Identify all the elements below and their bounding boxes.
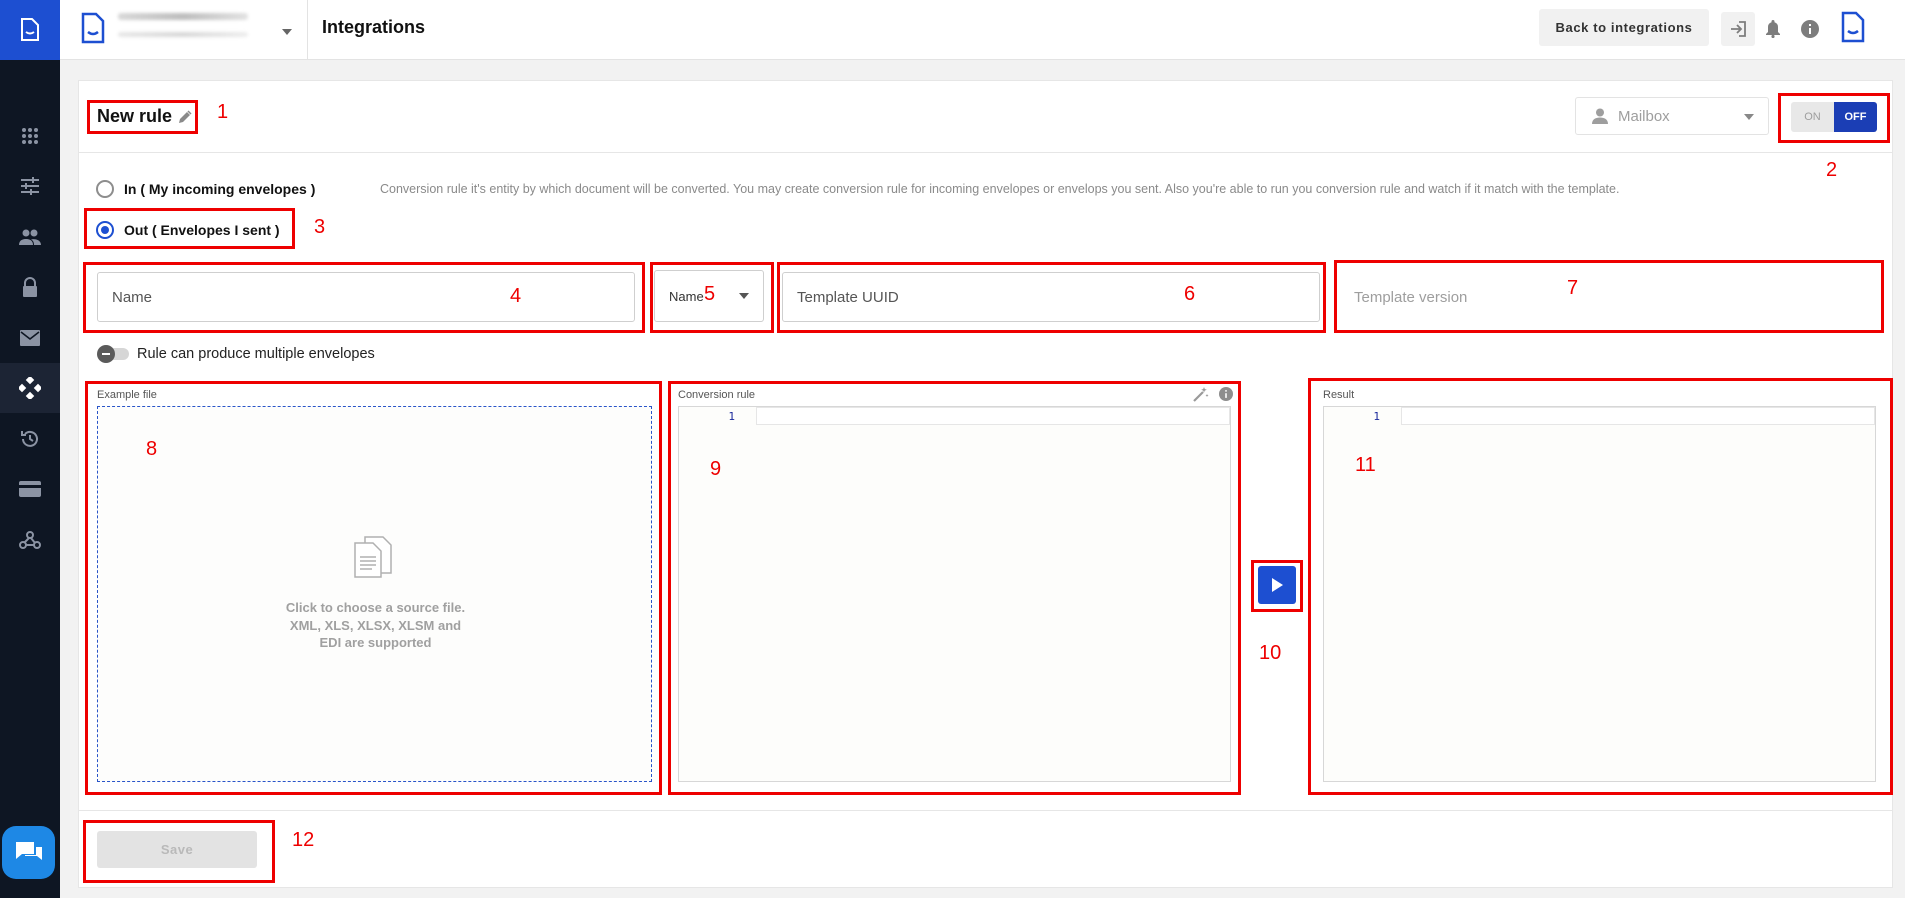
annotation-number: 6 [1184,283,1196,305]
divider [79,810,1892,811]
annotation-box [84,208,295,249]
annotation-number: 4 [510,285,522,307]
annotation-box [1778,93,1890,143]
annotation-box [83,820,275,883]
page-title: Integrations [322,17,426,37]
divider [79,152,1892,153]
sliders-icon[interactable] [15,171,45,201]
divider [307,0,308,60]
mail-icon[interactable] [15,323,45,353]
annotation-number: 10 [1259,642,1282,664]
chevron-down-icon[interactable] [282,22,292,40]
annotation-box [87,100,198,134]
annotation-number: 1 [217,101,229,123]
person-icon [1592,108,1608,124]
radio-button[interactable] [96,180,114,198]
radio-in-label: In ( My incoming envelopes ) [124,181,316,197]
annotation-number: 8 [146,438,158,460]
annotation-number: 11 [1355,454,1376,476]
multiple-envelopes-label: Rule can produce multiple envelopes [137,346,375,362]
webhook-icon[interactable] [15,525,45,555]
back-to-integrations-button[interactable]: Back to integrations [1539,9,1709,46]
user-avatar-icon[interactable] [1836,10,1870,44]
annotation-box [1308,378,1893,795]
annotation-box [1251,560,1303,612]
radio-in[interactable]: In ( My incoming envelopes ) [96,180,315,198]
annotation-number: 7 [1567,277,1579,299]
info-icon[interactable] [1793,12,1827,46]
annotation-number: 9 [710,458,722,480]
chat-button[interactable] [2,826,55,879]
card-icon[interactable] [15,474,45,504]
mailbox-select[interactable]: Mailbox [1575,97,1769,135]
annotation-box [668,381,1241,795]
sidebar [0,0,60,898]
annotation-number: 2 [1826,159,1838,181]
annotation-box [83,262,645,333]
login-icon[interactable] [1721,12,1755,46]
annotation-box [85,381,662,795]
annotation-box [1334,260,1884,333]
integrations-icon[interactable] [0,363,60,413]
multiple-envelopes-toggle[interactable]: Rule can produce multiple envelopes [97,345,375,363]
chat-icon [15,841,42,860]
history-icon[interactable] [15,424,45,454]
app-logo[interactable] [0,0,60,60]
annotation-number: 12 [292,829,315,851]
document-logo-icon [21,18,39,41]
annotation-number: 5 [704,283,716,305]
lock-icon[interactable] [15,272,45,302]
bell-icon[interactable] [1756,12,1790,46]
mailbox-placeholder: Mailbox [1618,107,1670,125]
annotation-box [777,262,1326,333]
conversion-rule-hint: Conversion rule it's entity by which doc… [380,182,1620,196]
company-logo-icon [80,12,106,49]
switch-control[interactable] [97,345,131,363]
top-bar: Integrations Back to integrations [60,0,1905,60]
chevron-down-icon [1744,114,1754,120]
apps-icon[interactable] [15,121,45,151]
company-name-redacted[interactable] [118,13,248,20]
company-id-redacted [118,32,248,37]
users-icon[interactable] [15,222,45,252]
annotation-number: 3 [314,216,326,238]
